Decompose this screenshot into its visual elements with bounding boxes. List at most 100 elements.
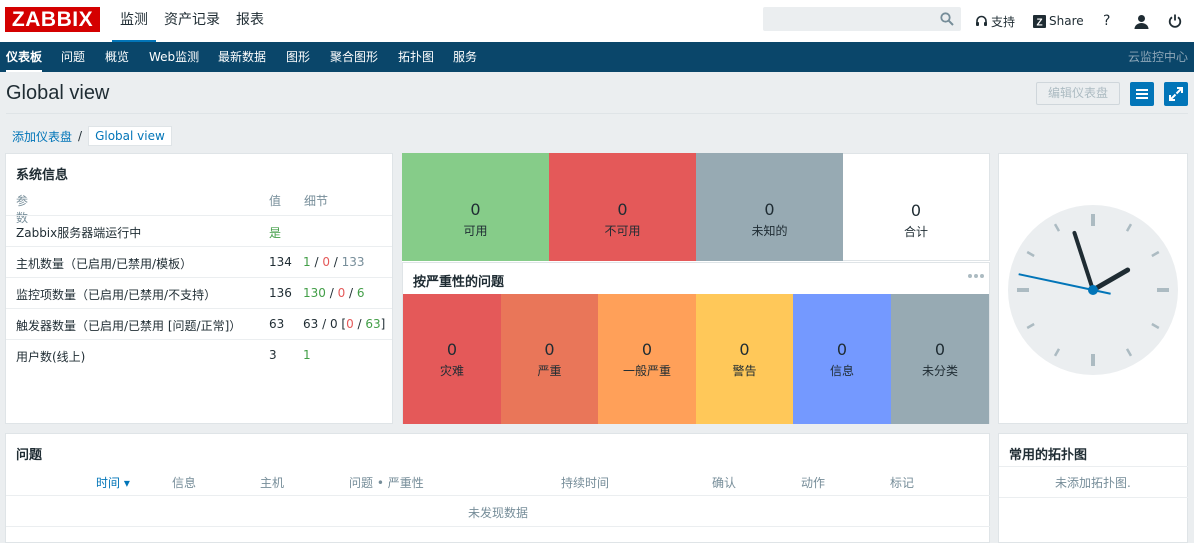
share-label: Share [1049,14,1084,28]
availability-unknown[interactable]: 0 未知的 [696,153,843,261]
search-icon[interactable] [940,12,954,26]
row-param: 监控项数量（已启用/已禁用/不支持） [16,288,217,302]
table-divider [6,495,991,496]
unknown-count: 0 [764,200,775,219]
edit-dashboard-button[interactable]: 编辑仪表盘 [1036,82,1120,105]
table-row: 触发器数量（已启用/已禁用 [问题/正常]） 63 63 / 0 [0 / 63… [6,308,392,339]
availability-available[interactable]: 0 可用 [402,153,549,261]
svg-text:Z: Z [1036,17,1042,28]
nav-inventory[interactable]: 资产记录 [156,0,228,42]
warning-label: 警告 [732,364,757,378]
maps-divider [999,466,1189,467]
subnav-maps[interactable]: 拓扑图 [398,42,434,72]
row-value: 63 [269,317,285,331]
user-icon [1134,14,1149,29]
average-label: 一般严重 [622,364,671,378]
warning-count: 0 [739,340,750,359]
table-row: Zabbix服务器端运行中 是 [6,215,392,246]
disaster-count: 0 [446,340,458,359]
host-availability-widget: 0 可用 0 不可用 0 未知的 0 合计 [402,153,990,262]
not-classified-label: 未分类 [921,364,958,378]
high-label: 严重 [537,364,562,378]
severity-not-classified[interactable]: 0 未分类 [891,294,989,424]
severity-disaster[interactable]: 0 灾难 [403,294,501,424]
clock-face [1008,205,1178,375]
signout-button[interactable] [1168,0,1182,42]
information-label: 信息 [829,364,854,378]
disaster-label: 灾难 [439,364,464,378]
maps-divider [999,497,1189,498]
system-info-title: 系统信息 [16,168,69,183]
severity-average[interactable]: 0 一般严重 [598,294,696,424]
breadcrumb-add-dashboard[interactable]: 添加仪表盘 [6,128,78,145]
table-row: 主机数量（已启用/已禁用/模板） 134 1 / 0 / 133 [6,246,392,277]
main-nav: 监测 资产记录 报表 [112,0,272,42]
nav-reports[interactable]: 报表 [228,0,272,42]
subnav-problems[interactable]: 问题 [61,42,85,72]
high-count: 0 [544,340,555,359]
no-data-message: 未发现数据 [468,506,529,520]
severity-warning[interactable]: 0 警告 [696,294,793,424]
more-options-icon[interactable] [967,273,985,279]
col-tags: 标记 [890,476,915,490]
col-time[interactable]: 时间 ▾ [96,474,130,491]
power-icon [1168,14,1182,28]
subnav-screens[interactable]: 聚合图形 [330,42,378,72]
row-param: 用户数(线上) [16,350,86,364]
table-row: 监控项数量（已启用/已禁用/不支持） 136 130 / 0 / 6 [6,277,392,308]
page-title: Global view [6,82,110,104]
nav-monitoring[interactable]: 监测 [112,0,156,42]
row-param: 主机数量（已启用/已禁用/模板） [16,257,193,271]
header-divider [6,113,1188,114]
user-profile-button[interactable] [1134,0,1149,42]
cloud-monitoring-center[interactable]: 云监控中心 [1128,42,1188,72]
col-info: 信息 [172,476,197,490]
breadcrumb-separator: / [78,129,83,143]
help-icon[interactable]: ? [1103,0,1110,42]
subnav-services[interactable]: 服务 [453,42,477,72]
not-classified-count: 0 [934,340,946,359]
row-value: 是 [269,226,282,240]
top-header: ZABBIX 监测 资产记录 报表 支持 Z Share ? [0,0,1194,42]
unavailable-count: 0 [617,200,628,219]
system-info-widget: 系统信息 参数 值 细节 Zabbix服务器端运行中 是 主机数量（已启用/已禁… [5,153,393,424]
subnav-web[interactable]: Web监测 [149,42,199,72]
menu-icon [1136,89,1148,99]
available-label: 可用 [463,224,488,238]
breadcrumb: 添加仪表盘 / Global view [6,125,172,147]
support-link[interactable]: 支持 [975,0,1015,42]
search-input[interactable] [763,7,961,31]
share-icon: Z [1033,14,1046,28]
subnav-graphs[interactable]: 图形 [286,42,310,72]
share-link[interactable]: Z Share [1033,0,1084,42]
row-detail: 63 / 0 [0 / 63] [303,317,386,331]
subnav-overview[interactable]: 概览 [105,42,129,72]
severity-high[interactable]: 0 严重 [501,294,598,424]
availability-total[interactable]: 0 合计 [843,153,990,261]
fullscreen-icon [1169,87,1183,101]
available-count: 0 [470,200,481,219]
zabbix-logo[interactable]: ZABBIX [5,7,100,32]
severity-information[interactable]: 0 信息 [793,294,891,424]
table-row: 用户数(线上) 3 1 [6,339,392,370]
col-ack: 确认 [712,476,737,490]
sub-nav: 仪表板 问题 概览 Web监测 最新数据 图形 聚合图形 拓扑图 服务 云监控中… [0,42,1194,72]
subnav-latest-data[interactable]: 最新数据 [218,42,266,72]
fullscreen-button[interactable] [1164,82,1188,106]
col-problem-severity[interactable]: 问题 • 严重性 [349,474,424,491]
row-value: 3 [269,348,277,362]
col-host[interactable]: 主机 [260,474,284,491]
breadcrumb-global-view[interactable]: Global view [88,126,172,146]
support-label: 支持 [991,14,1016,29]
row-param: Zabbix服务器端运行中 [16,226,142,240]
unavailable-label: 不可用 [604,224,641,238]
subnav-dashboard[interactable]: 仪表板 [6,42,43,72]
problems-by-severity-widget: 按严重性的问题 0 灾难 0 严重 0 一般严重 0 警告 0 信息 0 未分类 [402,262,990,424]
clock-center [1088,285,1098,295]
actions-menu-button[interactable] [1130,82,1154,106]
severity-widget-title: 按严重性的问题 [413,275,505,290]
availability-unavailable[interactable]: 0 不可用 [549,153,696,261]
headset-icon [976,15,987,26]
information-count: 0 [836,340,848,359]
col-value: 值 [269,194,282,208]
